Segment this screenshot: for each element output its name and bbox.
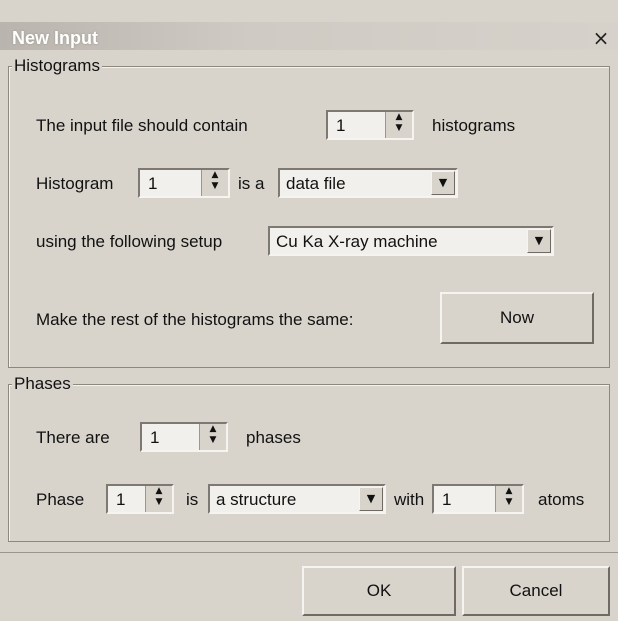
phases-suffix: phases xyxy=(246,428,301,447)
setup-label: using the following setup xyxy=(36,232,223,251)
cancel-button[interactable]: Cancel xyxy=(462,566,610,616)
phases-group xyxy=(8,384,610,542)
spin-down-icon[interactable]: ▼ xyxy=(386,123,412,134)
spin-down-icon[interactable]: ▼ xyxy=(200,435,226,446)
phase-type-value: a structure xyxy=(216,490,297,509)
phase-count-arrows[interactable]: ▲ ▼ xyxy=(199,424,226,450)
is-label: is xyxy=(186,490,199,509)
atoms-count-value: 1 xyxy=(442,490,452,509)
spin-down-icon[interactable]: ▼ xyxy=(146,497,172,508)
dropdown-arrow-icon[interactable]: ▼ xyxy=(359,487,383,511)
phase-index-arrows[interactable]: ▲ ▼ xyxy=(145,486,172,512)
spin-up-icon[interactable]: ▲ xyxy=(200,424,226,435)
setup-value: Cu Ka X-ray machine xyxy=(276,232,438,251)
spin-down-icon[interactable]: ▼ xyxy=(496,497,522,508)
phases-group-label: Phases xyxy=(12,374,73,394)
histogram-count-prefix: The input file should contain xyxy=(36,116,248,135)
phase-index-value: 1 xyxy=(116,490,126,509)
spin-up-icon[interactable]: ▲ xyxy=(202,170,228,181)
spin-up-icon[interactable]: ▲ xyxy=(386,112,412,123)
histogram-count-suffix: histograms xyxy=(432,116,516,135)
histogram-label: Histogram xyxy=(36,174,114,193)
there-are-label: There are xyxy=(36,428,110,447)
window-title: New Input xyxy=(12,28,98,48)
histogram-type-value: data file xyxy=(286,174,346,193)
phase-count-stepper[interactable]: 1 ▲ ▼ xyxy=(140,422,228,452)
setup-select[interactable]: Cu Ka X-ray machine ▼ xyxy=(268,226,554,256)
dropdown-arrow-icon[interactable]: ▼ xyxy=(431,171,455,195)
dropdown-arrow-icon[interactable]: ▼ xyxy=(527,229,551,253)
new-input-dialog: New Input × Histograms The input file sh… xyxy=(0,0,618,621)
phase-type-select[interactable]: a structure ▼ xyxy=(208,484,386,514)
is-a-label: is a xyxy=(238,174,265,193)
phase-index-stepper[interactable]: 1 ▲ ▼ xyxy=(106,484,174,514)
footer-divider xyxy=(0,552,618,553)
same-label: Make the rest of the histograms the same… xyxy=(36,310,354,329)
histogram-index-arrows[interactable]: ▲ ▼ xyxy=(201,170,228,196)
histograms-group-label: Histograms xyxy=(12,56,102,76)
atoms-count-stepper[interactable]: 1 ▲ ▼ xyxy=(432,484,524,514)
phase-count-value: 1 xyxy=(150,428,160,447)
spin-up-icon[interactable]: ▲ xyxy=(496,486,522,497)
ok-button[interactable]: OK xyxy=(302,566,456,616)
histogram-count-stepper[interactable]: 1 ▲ ▼ xyxy=(326,110,414,140)
now-button[interactable]: Now xyxy=(440,292,594,344)
spin-down-icon[interactable]: ▼ xyxy=(202,181,228,192)
phase-label: Phase xyxy=(36,490,85,509)
histogram-count-value: 1 xyxy=(336,116,346,135)
histogram-count-arrows[interactable]: ▲ ▼ xyxy=(385,112,412,138)
close-icon[interactable]: × xyxy=(590,28,612,48)
histogram-type-select[interactable]: data file ▼ xyxy=(278,168,458,198)
with-label: with xyxy=(394,490,425,509)
histogram-index-value: 1 xyxy=(148,174,158,193)
spin-up-icon[interactable]: ▲ xyxy=(146,486,172,497)
atoms-count-arrows[interactable]: ▲ ▼ xyxy=(495,486,522,512)
atoms-suffix: atoms xyxy=(538,490,585,509)
histogram-index-stepper[interactable]: 1 ▲ ▼ xyxy=(138,168,230,198)
